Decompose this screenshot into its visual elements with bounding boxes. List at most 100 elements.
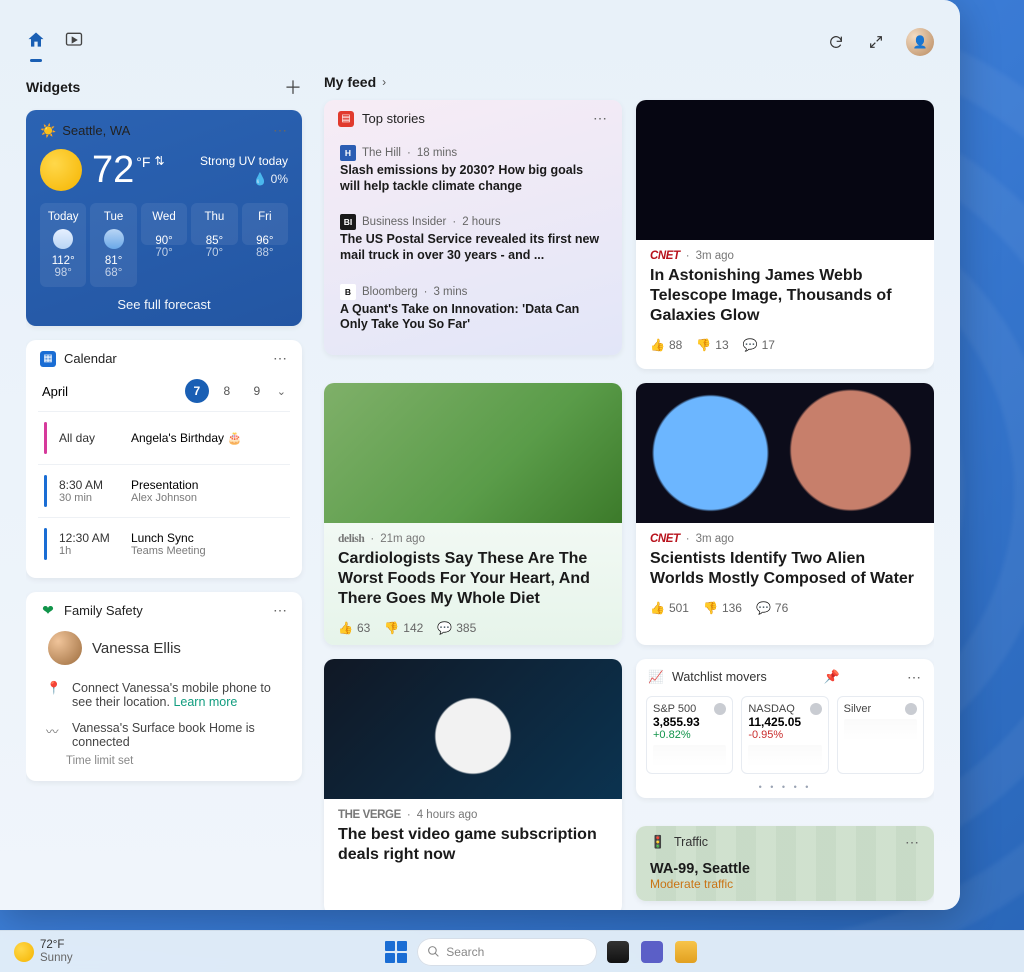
feed-image [636, 100, 934, 240]
calendar-day[interactable]: 7 [185, 379, 209, 403]
calendar-expand-icon[interactable]: ⌄ [277, 385, 286, 398]
forecast-day-label: Today [48, 211, 79, 223]
expand-icon [868, 34, 884, 50]
dislike-button[interactable]: 👎 136 [703, 601, 742, 615]
watchlist-item[interactable]: Silver [837, 696, 924, 774]
activity-icon: 〰 [46, 721, 62, 749]
like-button[interactable]: 👍 88 [650, 338, 682, 352]
add-widget-button[interactable]: ＋ [284, 74, 302, 100]
taskbar-sun-icon [14, 942, 34, 962]
calendar-month: April [42, 384, 68, 399]
search-icon [427, 945, 440, 958]
ticker-change: +0.82% [653, 729, 691, 741]
taskbar-weather[interactable]: 72°F Sunny [14, 939, 73, 964]
forecast-day[interactable]: Fri 96° 88° [242, 203, 288, 245]
traffic-more-button[interactable]: ⋯ [905, 834, 920, 851]
family-device-text: Vanessa's Surface book Home is connected [72, 721, 288, 749]
feed-headline: Scientists Identify Two Alien Worlds Mos… [650, 549, 920, 589]
family-more-button[interactable]: ⋯ [273, 602, 288, 619]
my-feed-title[interactable]: My feed [324, 74, 376, 90]
forecast-high: 81° [105, 255, 122, 267]
top-story-item[interactable]: BBloomberg · 3 mins A Quant's Take on In… [340, 274, 606, 343]
story-headline: A Quant's Take on Innovation: 'Data Can … [340, 302, 606, 333]
family-learn-more-link[interactable]: Learn more [173, 695, 237, 709]
story-headline: The US Postal Service revealed its first… [340, 232, 606, 263]
feed-headline: In Astonishing James Webb Telescope Imag… [650, 266, 920, 326]
forecast-day[interactable]: Wed 90° 70° [141, 203, 187, 245]
pin-button[interactable]: 📌 [824, 669, 840, 685]
weather-forecast-row: Today 112° 98°Tue 81° 68°Wed 90° 70°Thu … [40, 203, 288, 287]
feed-card-webb[interactable]: CNET · 3m ago In Astonishing James Webb … [636, 100, 934, 369]
calendar-widget[interactable]: ▦ Calendar ⋯ April 789 ⌄ All day Angela'… [26, 340, 302, 578]
taskbar-teams-icon[interactable] [641, 941, 663, 963]
dislike-button[interactable]: 👎 142 [384, 621, 423, 635]
calendar-day[interactable]: 8 [215, 379, 239, 403]
taskbar-search[interactable]: Search [417, 938, 597, 966]
traffic-light-icon: 🚦 [650, 835, 666, 850]
source-logo-cnet: CNET [650, 533, 680, 545]
calendar-icon: ▦ [40, 351, 56, 367]
check-icon [714, 703, 726, 715]
taskbar-taskview-icon[interactable] [607, 941, 629, 963]
traffic-status: Moderate traffic [650, 877, 920, 891]
compare-icon: ⇅ [154, 155, 164, 167]
comments-button[interactable]: 💬 76 [756, 601, 788, 615]
start-button[interactable] [385, 941, 407, 963]
watchlist-item[interactable]: NASDAQ 11,425.05 -0.95% [741, 696, 828, 774]
comments-button[interactable]: 💬 385 [437, 621, 476, 635]
family-safety-widget[interactable]: ❤ Family Safety ⋯ Vanessa Ellis 📍 Connec… [26, 592, 302, 781]
weather-more-button[interactable]: ⋯ [273, 122, 288, 139]
traffic-widget[interactable]: 🚦 Traffic ⋯ WA-99, Seattle Moderate traf… [636, 826, 934, 901]
refresh-button[interactable] [826, 32, 846, 52]
feed-age: 3m ago [696, 250, 734, 262]
location-pin-icon: 📍 [46, 681, 62, 709]
comments-button[interactable]: 💬 17 [743, 338, 775, 352]
ticker-symbol: NASDAQ [748, 703, 794, 715]
weather-widget[interactable]: ☀️ Seattle, WA ⋯ 72 °F ⇅ Strong UV today… [26, 110, 302, 326]
feed-card-delish[interactable]: delish · 21m ago Cardiologists Say These… [324, 383, 622, 645]
forecast-low: 70° [155, 247, 172, 259]
watchlist-widget[interactable]: 📈 Watchlist movers 📌 ⋯ S&P 500 3,855.93 … [636, 659, 934, 798]
watchlist-more-button[interactable]: ⋯ [907, 669, 922, 686]
watchlist-pagination-dots[interactable]: • • • • • [636, 782, 934, 798]
weather-full-forecast-link[interactable]: See full forecast [40, 287, 288, 314]
feed-card-verge[interactable]: THE VERGE · 4 hours ago The best video g… [324, 659, 622, 910]
feed-image [324, 659, 622, 799]
forecast-day[interactable]: Tue 81° 68° [90, 203, 136, 287]
dislike-button[interactable]: 👎 13 [696, 338, 728, 352]
feed-image [324, 383, 622, 523]
top-story-item[interactable]: BIBusiness Insider · 2 hours The US Post… [340, 204, 606, 273]
tab-home[interactable] [26, 30, 46, 55]
event-color-bar [44, 475, 47, 507]
tab-feed[interactable] [64, 30, 84, 55]
watchlist-item[interactable]: S&P 500 3,855.93 +0.82% [646, 696, 733, 774]
like-button[interactable]: 👍 501 [650, 601, 689, 615]
ticker-change: -0.95% [748, 729, 783, 741]
top-stories-card[interactable]: ▤ Top stories ⋯ HThe Hill · 18 mins Slas… [324, 100, 622, 355]
weather-condition: Strong UV today [200, 154, 288, 168]
family-time-limit-text: Time limit set [40, 755, 288, 767]
top-story-item[interactable]: HThe Hill · 18 mins Slash emissions by 2… [340, 135, 606, 204]
ticker-symbol: Silver [844, 703, 872, 715]
feed-headline: The best video game subscription deals r… [338, 825, 608, 865]
forecast-low: 98° [55, 267, 72, 279]
calendar-event[interactable]: 8:30 AM30 min PresentationAlex Johnson [38, 464, 290, 517]
forecast-day-label: Thu [205, 211, 225, 223]
event-color-bar [44, 528, 47, 560]
taskbar-explorer-icon[interactable] [675, 941, 697, 963]
user-avatar[interactable]: 👤 [906, 28, 934, 56]
source-badge-icon: B [340, 284, 356, 300]
calendar-day[interactable]: 9 [245, 379, 269, 403]
feed-card-planets[interactable]: CNET · 3m ago Scientists Identify Two Al… [636, 383, 934, 645]
family-title: Family Safety [64, 603, 143, 618]
story-age: 18 mins [417, 147, 457, 159]
like-button[interactable]: 👍 63 [338, 621, 370, 635]
top-stories-more-button[interactable]: ⋯ [593, 110, 608, 127]
calendar-more-button[interactable]: ⋯ [273, 350, 288, 367]
story-age: 3 mins [433, 286, 467, 298]
calendar-event[interactable]: All day Angela's Birthday 🎂 [38, 411, 290, 464]
forecast-day[interactable]: Today 112° 98° [40, 203, 86, 287]
calendar-event[interactable]: 12:30 AM1h Lunch SyncTeams Meeting [38, 517, 290, 570]
expand-button[interactable] [866, 32, 886, 52]
forecast-day[interactable]: Thu 85° 70° [191, 203, 237, 245]
